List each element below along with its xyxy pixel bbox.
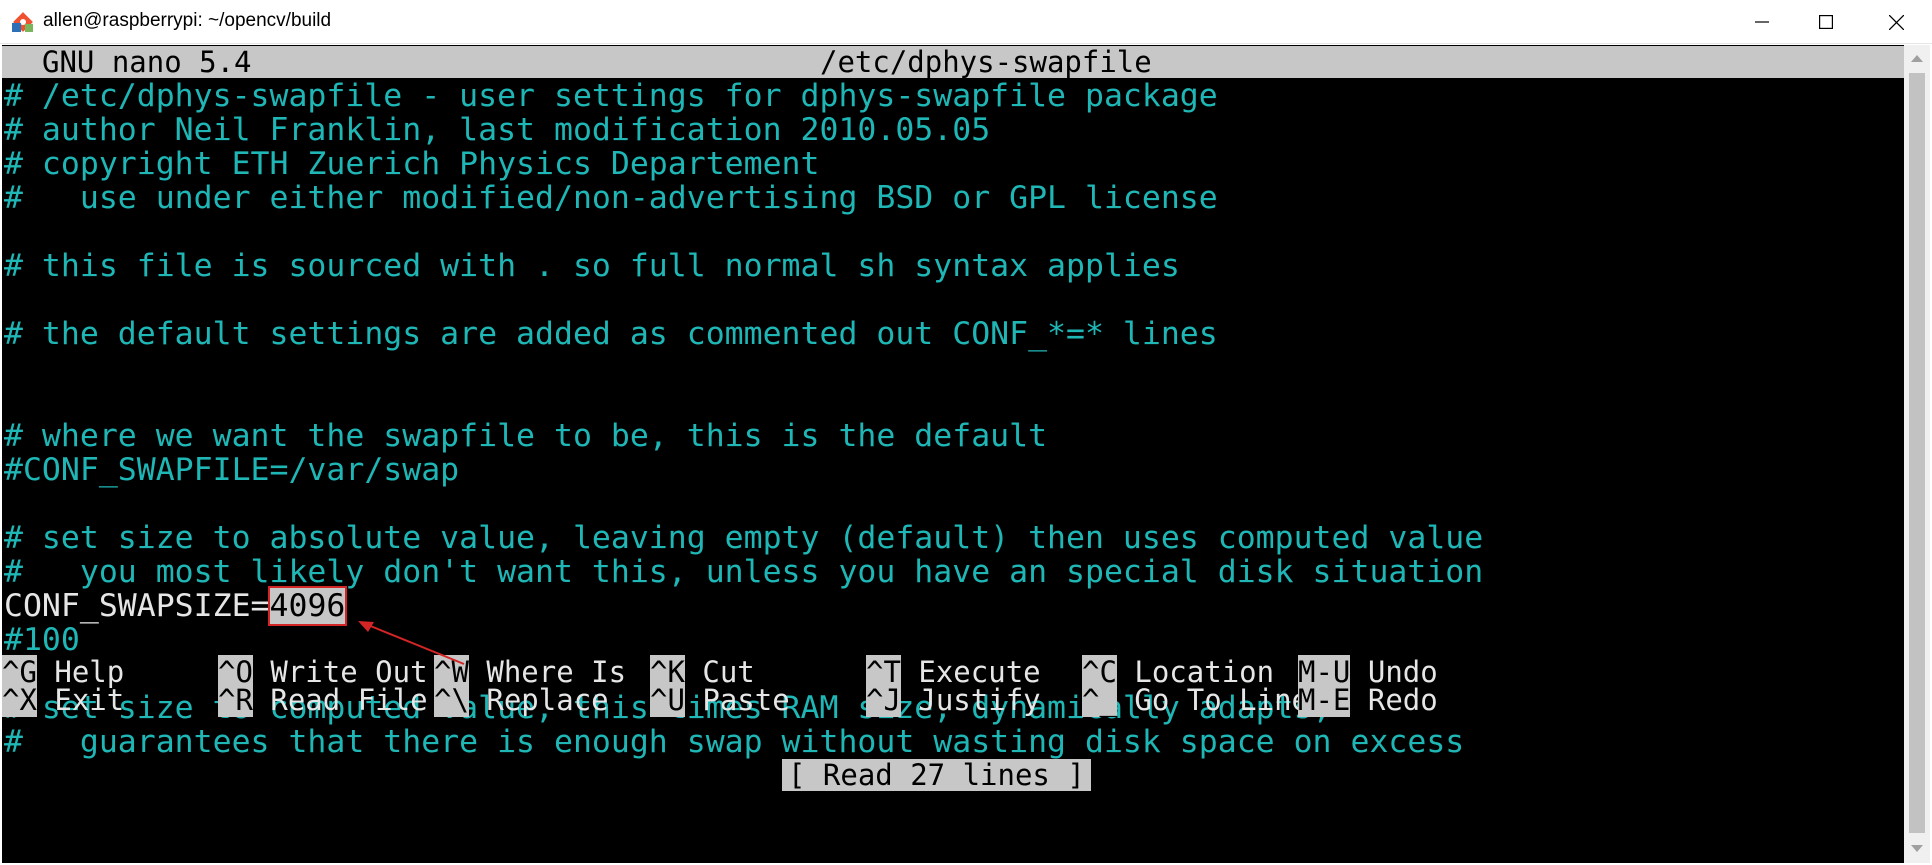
file-line[interactable]: # set size to absolute value, leaving em… [4, 521, 1483, 555]
shortcut-paste[interactable]: ^U Paste [650, 683, 790, 717]
git-bash-icon [12, 12, 33, 32]
file-line[interactable]: # where we want the swapfile to be, this… [4, 419, 1047, 453]
shortcut-read-file[interactable]: ^R Read File [218, 683, 428, 717]
nano-header-bar: GNU nano 5.4 /etc/dphys-swapfile [2, 46, 1904, 78]
shortcut-label: Redo [1367, 683, 1438, 717]
file-line[interactable]: # guarantees that there is enough swap w… [4, 725, 1464, 759]
shortcut-go-to-line[interactable]: ^_ Go To Line [1082, 683, 1309, 717]
window-title-bar: allen@raspberrypi: ~/opencv/build [0, 0, 1932, 44]
file-name: /etc/dphys-swapfile [820, 45, 1152, 79]
scroll-up-icon[interactable] [1911, 55, 1923, 62]
file-line[interactable]: #CONF_SWAPFILE=/var/swap [4, 453, 459, 487]
shortcut-label: Go To Line [1134, 683, 1309, 717]
shortcut-key: ^_ [1082, 683, 1117, 717]
shortcut-label: Read File [270, 683, 428, 717]
shortcut-justify[interactable]: ^J Justify [866, 683, 1041, 717]
shortcut-label: Justify [918, 683, 1041, 717]
terminal-scrollbar[interactable] [1904, 45, 1930, 863]
file-line[interactable]: # copyright ETH Zuerich Physics Departem… [4, 147, 819, 181]
window-title: allen@raspberrypi: ~/opencv/build [43, 10, 332, 31]
close-button[interactable] [1866, 0, 1926, 44]
shortcut-redo[interactable]: M-E Redo [1298, 683, 1438, 717]
scroll-down-icon[interactable] [1911, 845, 1923, 852]
shortcut-label: Paste [702, 683, 790, 717]
setting-line-swapsize[interactable]: CONF_SWAPSIZE=4096 [4, 586, 348, 626]
file-line[interactable]: # use under either modified/non-advertis… [4, 181, 1218, 215]
scrollbar-thumb[interactable] [1909, 73, 1925, 833]
file-line[interactable]: # this file is sourced with . so full no… [4, 249, 1180, 283]
file-line[interactable]: # the default settings are added as comm… [4, 317, 1218, 351]
file-line[interactable]: #100 [4, 623, 80, 657]
shortcut-key: ^X [2, 683, 37, 717]
minimize-button[interactable] [1732, 0, 1792, 44]
file-line[interactable]: # author Neil Franklin, last modificatio… [4, 113, 990, 147]
shortcut-key: M-E [1298, 683, 1351, 717]
nano-version: GNU nano 5.4 [42, 45, 252, 79]
maximize-button[interactable] [1796, 0, 1856, 44]
file-line[interactable]: # /etc/dphys-swapfile - user settings fo… [4, 79, 1218, 113]
shortcut-key: ^U [650, 683, 685, 717]
shortcut-exit[interactable]: ^X Exit [2, 683, 125, 717]
shortcut-label: Replace [486, 683, 609, 717]
file-line[interactable]: # you most likely don't want this, unles… [4, 555, 1483, 589]
shortcut-key: ^J [866, 683, 901, 717]
shortcut-label: Exit [54, 683, 125, 717]
shortcut-key: ^R [218, 683, 253, 717]
minimize-icon [1755, 21, 1769, 23]
shortcut-key: ^\ [434, 683, 469, 717]
terminal-window[interactable]: GNU nano 5.4 /etc/dphys-swapfile # /etc/… [2, 45, 1904, 863]
status-message: [ Read 27 lines ] [782, 759, 1091, 791]
close-icon [1888, 14, 1904, 30]
maximize-icon [1819, 15, 1833, 29]
setting-key: CONF_SWAPSIZE= [4, 588, 270, 624]
shortcut-replace[interactable]: ^\ Replace [434, 683, 609, 717]
swapsize-value-highlight[interactable]: 4096 [267, 586, 348, 626]
